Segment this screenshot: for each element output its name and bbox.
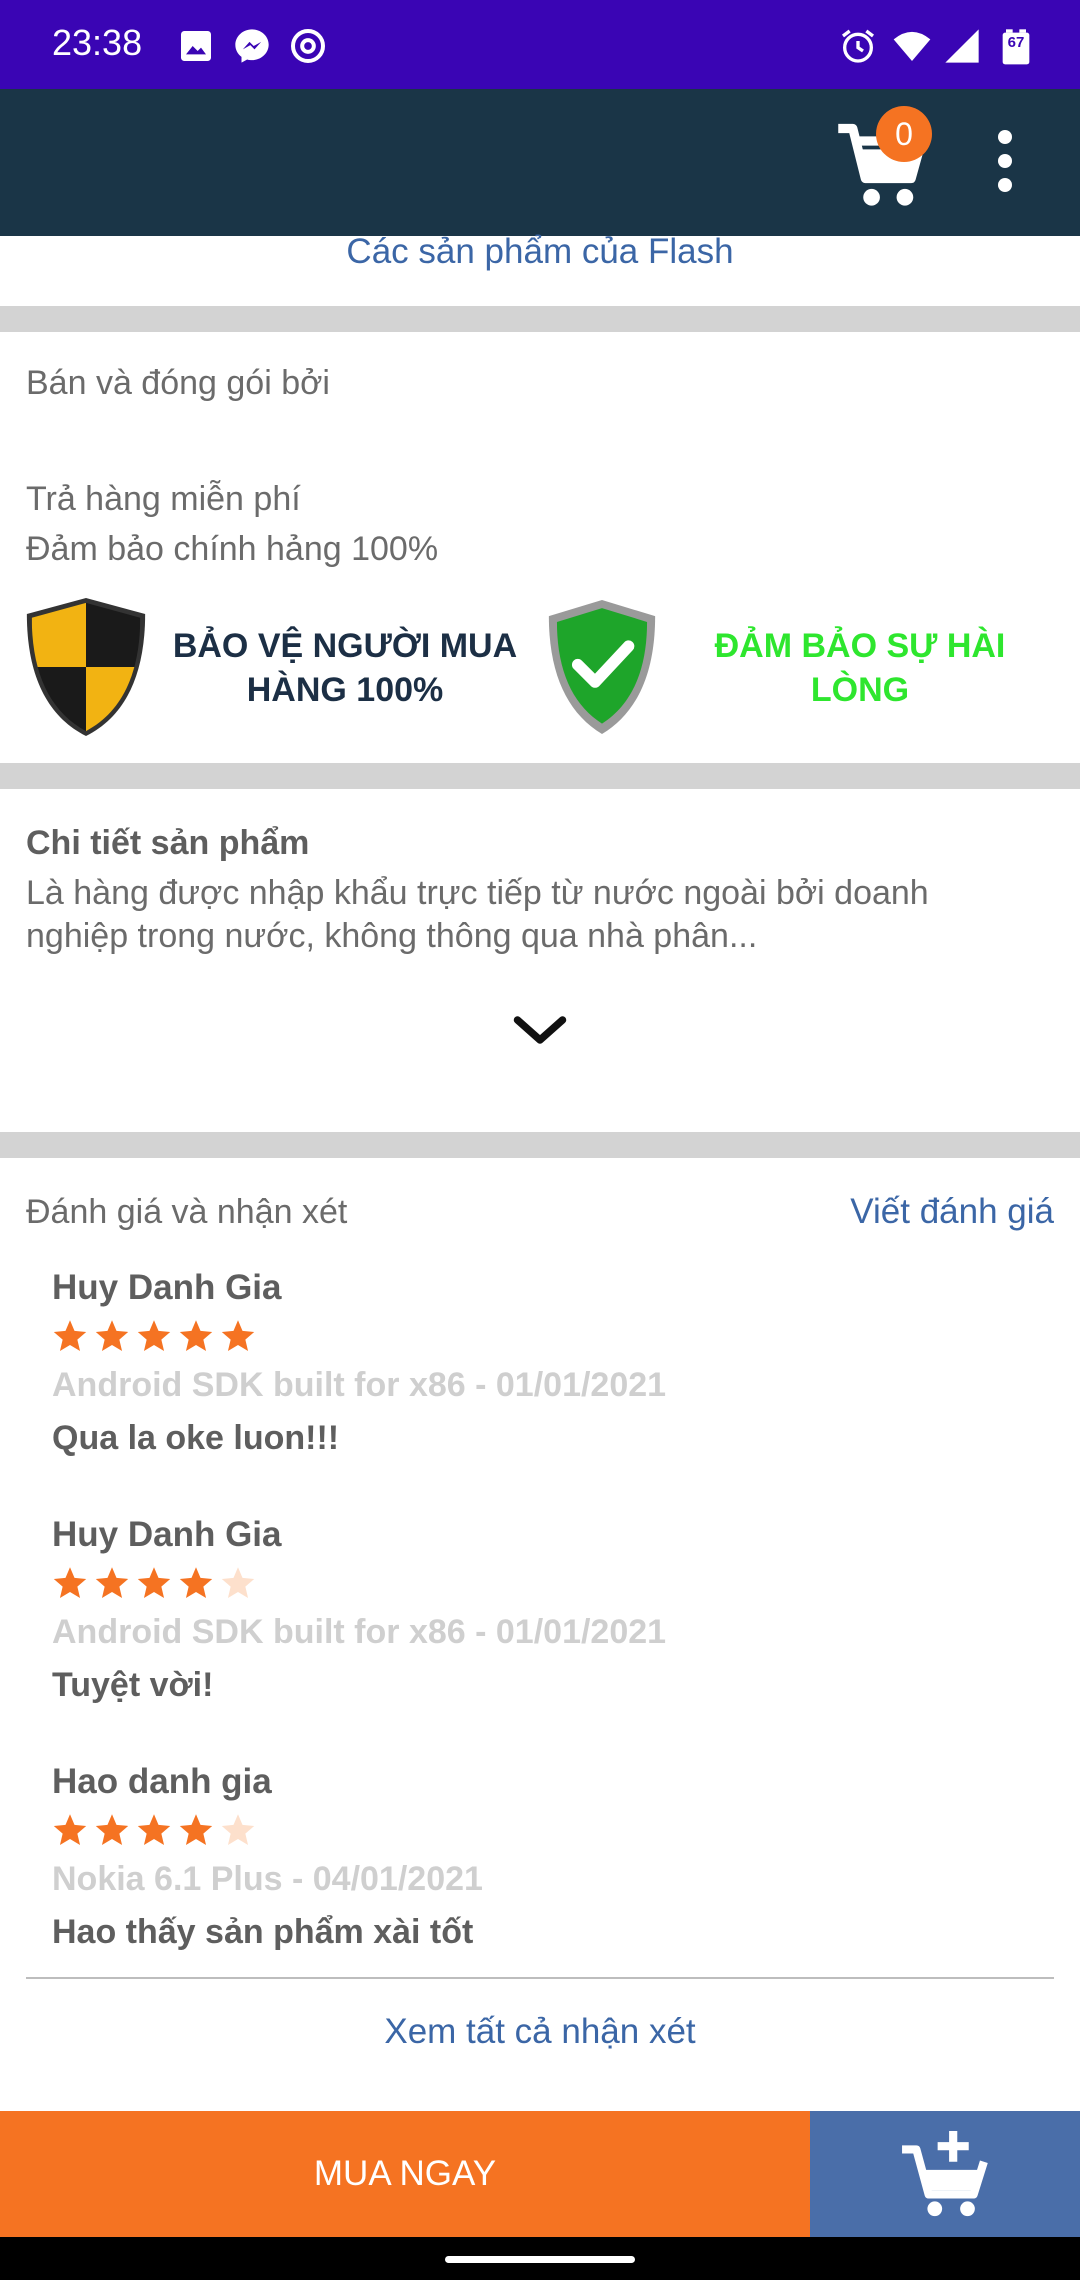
- star-filled-icon: [53, 1320, 87, 1351]
- status-time: 23:38: [52, 22, 143, 63]
- star-filled-icon: [221, 1320, 255, 1351]
- star-empty-icon: [221, 1567, 255, 1598]
- star-filled-icon: [95, 1320, 129, 1351]
- at-sign-icon: [291, 29, 325, 63]
- cell-signal-icon: [945, 29, 979, 63]
- genuine-guarantee-label: Đảm bảo chính hảng 100%: [26, 530, 439, 568]
- section-divider: [0, 306, 1080, 332]
- section-divider: [0, 763, 1080, 789]
- reviews-divider: [26, 1977, 1054, 1979]
- add-cart-icon: [902, 2131, 988, 2217]
- buy-now-button[interactable]: MUA NGAY: [0, 2111, 810, 2237]
- review-comment: Hao thấy sản phẩm xài tốt: [52, 1913, 474, 1951]
- review-item: Hao danh gia Nokia 6.1 Plus - 04/01/2021…: [52, 1762, 952, 1952]
- write-review-link[interactable]: Viết đánh giá: [780, 1192, 1054, 1232]
- buyer-protection-text: BẢO VỆ NGƯỜI MUA HÀNG 100%: [172, 627, 518, 709]
- more-options-icon[interactable]: [985, 130, 1025, 192]
- review-comment: Tuyệt vời!: [52, 1666, 214, 1704]
- wifi-icon: [893, 31, 931, 61]
- reviewer-name: Huy Danh Gia: [52, 1268, 282, 1307]
- gallery-icon: [181, 31, 211, 61]
- satisfaction-text: ĐẢM BẢO SỰ HÀI LÒNG: [714, 627, 1006, 709]
- review-item: Huy Danh Gia Android SDK built for x86 -…: [52, 1268, 952, 1458]
- protection-shield-icon: [26, 598, 146, 736]
- star-filled-icon: [137, 1814, 171, 1845]
- review-meta: Nokia 6.1 Plus - 04/01/2021: [52, 1860, 483, 1898]
- reviews-title: Đánh giá và nhận xét: [26, 1193, 348, 1231]
- cart-count-badge: 0: [876, 106, 932, 162]
- shop-products-link[interactable]: Các sản phẩm của Flash: [0, 232, 1080, 272]
- review-item: Huy Danh Gia Android SDK built for x86 -…: [52, 1515, 952, 1705]
- reviewer-name: Hao danh gia: [52, 1762, 272, 1801]
- star-filled-icon: [95, 1814, 129, 1845]
- review-meta: Android SDK built for x86 - 01/01/2021: [52, 1366, 667, 1404]
- review-meta: Android SDK built for x86 - 01/01/2021: [52, 1613, 667, 1651]
- star-filled-icon: [179, 1567, 213, 1598]
- add-to-cart-button[interactable]: [810, 2111, 1080, 2237]
- see-all-reviews-link[interactable]: Xem tất cả nhận xét: [0, 2012, 1080, 2052]
- alarm-icon: [842, 29, 874, 63]
- review-comment: Qua la oke luon!!!: [52, 1419, 340, 1457]
- messenger-icon: [235, 29, 269, 63]
- star-filled-icon: [179, 1814, 213, 1845]
- star-filled-icon: [179, 1320, 213, 1351]
- chevron-down-icon[interactable]: [510, 1010, 570, 1050]
- packed-by-label: Bán và đóng gói bởi: [26, 364, 330, 402]
- rating-stars: [52, 1565, 952, 1601]
- home-gesture-handle[interactable]: [445, 2256, 635, 2263]
- star-filled-icon: [95, 1567, 129, 1598]
- star-filled-icon: [53, 1567, 87, 1598]
- rating-stars: [52, 1318, 952, 1354]
- product-detail-description: Là hàng được nhập khẩu trực tiếp từ nước…: [26, 874, 929, 955]
- battery-level: 67: [1007, 34, 1025, 51]
- free-return-label: Trả hàng miễn phí: [26, 480, 301, 518]
- reviewer-name: Huy Danh Gia: [52, 1515, 282, 1554]
- star-filled-icon: [137, 1567, 171, 1598]
- rating-stars: [52, 1812, 952, 1848]
- satisfaction-shield-icon: [548, 600, 656, 734]
- star-filled-icon: [137, 1320, 171, 1351]
- section-divider: [0, 1132, 1080, 1158]
- product-detail-title: Chi tiết sản phẩm: [26, 824, 310, 862]
- star-empty-icon: [221, 1814, 255, 1845]
- star-filled-icon: [53, 1814, 87, 1845]
- status-bar: 23:38 67: [0, 0, 1080, 89]
